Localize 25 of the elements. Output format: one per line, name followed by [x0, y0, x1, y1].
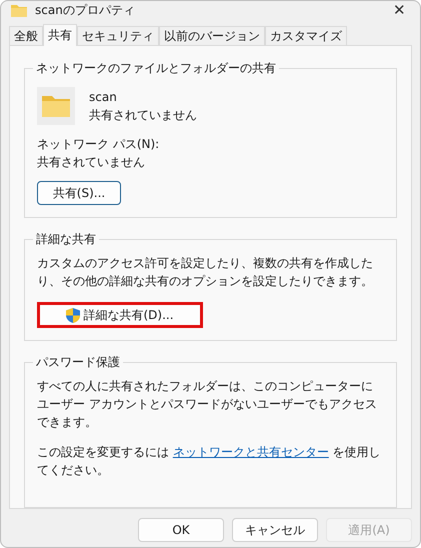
folder-icon [42, 95, 70, 117]
group-title: 詳細な共有 [35, 231, 97, 248]
folder-icon [11, 4, 27, 16]
path-label: ネットワーク パス(N): [37, 136, 160, 153]
share-button[interactable]: 共有(S)... [37, 181, 121, 205]
folder-status: 共有されていません [89, 107, 197, 124]
tab[interactable]: セキュリティ [77, 26, 159, 45]
folder-name: scan [89, 89, 118, 106]
tab[interactable]: カスタマイズ [265, 26, 347, 45]
group-title: パスワード保護 [35, 354, 121, 371]
tab[interactable]: 以前のバージョン [159, 26, 265, 45]
settings-note: この設定を変更するには ネットワークと共有センター を使用してください。 [37, 444, 382, 479]
network-center-link[interactable]: ネットワークと共有センター [172, 445, 329, 459]
description-text: カスタムのアクセス許可を設定したり、複数の共有を作成したり、その他の詳細な共有のオプションを設定したりできます。 [37, 255, 374, 290]
tab[interactable]: 共有 [43, 24, 77, 46]
advanced-sharing-button[interactable]: 詳細な共有(D)... [37, 302, 203, 328]
dialog-button[interactable]: OK [138, 518, 224, 542]
description-text: すべての人に共有されたフォルダーは、このコンピューターにユーザー アカウントとパスワードがないユーザーでもアクセスできます。 [37, 378, 378, 431]
tab[interactable]: 全般 [9, 26, 43, 45]
group-title: ネットワークのファイルとフォルダーの共有 [35, 60, 277, 77]
close-button[interactable]: ✕ [389, 1, 410, 19]
dialog-button[interactable]: キャンセル [232, 518, 318, 542]
window-title: scanのプロパティ [35, 2, 136, 18]
path-value: 共有されていません [37, 154, 146, 171]
shield-icon [66, 308, 80, 322]
